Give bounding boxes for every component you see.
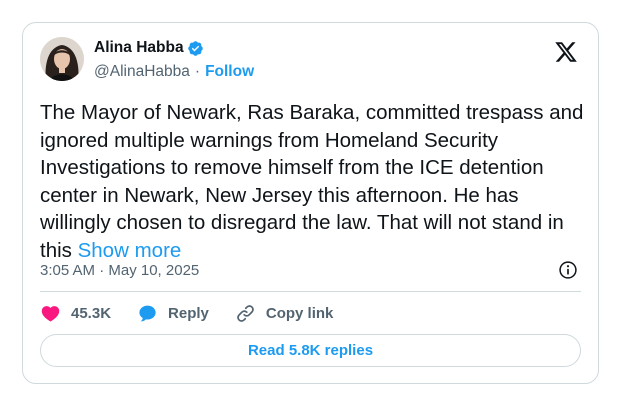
like-button[interactable]: 45.3K xyxy=(40,303,111,324)
read-replies-button[interactable]: Read 5.8K replies xyxy=(40,334,581,367)
separator-dot: · xyxy=(194,63,201,80)
show-more-link[interactable]: Show more xyxy=(78,239,182,262)
avatar-image xyxy=(40,37,84,81)
tweet-body: The Mayor of Newark, Ras Baraka, committ… xyxy=(40,101,584,262)
verified-badge-icon xyxy=(187,40,204,57)
like-count: 45.3K xyxy=(71,304,112,322)
reply-label: Reply xyxy=(168,304,209,322)
copy-link-button[interactable]: Copy link xyxy=(235,303,334,324)
tweet-card: Alina Habba @AlinaHabba · Follow The May… xyxy=(22,22,599,384)
reply-bubble-icon xyxy=(137,303,158,324)
action-bar: 45.3K Reply Copy link xyxy=(40,302,359,324)
info-icon[interactable] xyxy=(558,260,578,280)
tweet-timestamp[interactable]: 3:05 AM · May 10, 2025 xyxy=(40,262,199,279)
divider xyxy=(40,291,581,292)
author-handle-row: @AlinaHabba · Follow xyxy=(94,63,254,81)
heart-icon xyxy=(40,303,61,324)
avatar[interactable] xyxy=(40,37,84,81)
author-name[interactable]: Alina Habba xyxy=(94,39,184,57)
follow-button[interactable]: Follow xyxy=(205,63,254,81)
link-icon xyxy=(235,303,256,324)
tweet-text: The Mayor of Newark, Ras Baraka, committ… xyxy=(40,99,588,264)
reply-button[interactable]: Reply xyxy=(137,303,209,324)
author-name-row: Alina Habba xyxy=(94,39,204,57)
x-logo-icon[interactable] xyxy=(554,40,578,64)
author-handle[interactable]: @AlinaHabba xyxy=(94,63,190,81)
copy-link-label: Copy link xyxy=(265,304,334,322)
